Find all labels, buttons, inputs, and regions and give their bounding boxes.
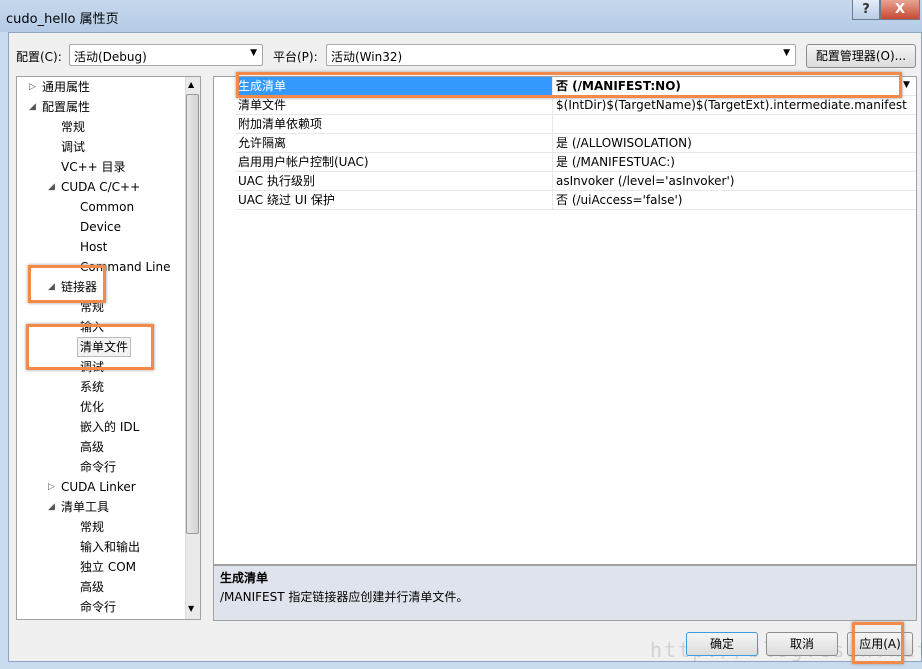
scroll-down-icon[interactable]: ▼ [188,604,194,613]
tree-item[interactable]: 优化 [80,397,104,417]
platform-select[interactable]: 活动(Win32) ▼ [326,44,796,66]
description-panel: 生成清单 /MANIFEST 指定链接器应创建并行清单文件。 [213,565,917,621]
expand-arrow-icon[interactable]: ▷ [48,482,55,492]
help-button[interactable]: ? [852,0,880,20]
description-text: /MANIFEST 指定链接器应创建并行清单文件。 [220,590,469,604]
highlight-box-property [236,72,902,98]
property-name: 清单文件 [238,96,553,114]
property-row[interactable]: 清单文件 $(IntDir)$(TargetName)$(TargetExt).i… [236,96,916,115]
property-name: UAC 执行级别 [238,172,553,190]
property-row[interactable]: 附加清单依赖项 [236,115,916,134]
collapse-arrow-icon[interactable]: ◢ [48,502,55,512]
property-row[interactable]: UAC 绕过 UI 保护否 (/uiAccess='false') [236,191,916,210]
tree-item[interactable]: 清单工具 [61,497,109,517]
expand-arrow-icon[interactable]: ▷ [29,82,36,92]
chevron-down-icon: ▼ [250,48,257,58]
tree-item[interactable]: 调试 [61,137,85,157]
highlight-box-manifest [26,324,154,370]
tree-item[interactable]: 通用属性 [42,77,90,97]
property-row[interactable]: 允许隔离是 (/ALLOWISOLATION) [236,134,916,153]
ok-button[interactable]: 确定 [686,632,758,656]
scroll-up-icon[interactable]: ▲ [188,80,194,89]
collapse-arrow-icon[interactable]: ◢ [29,102,36,112]
tree-item[interactable]: Host [80,237,107,257]
tree-item[interactable]: 高级 [80,437,104,457]
tree-item[interactable]: 命令行 [80,457,116,477]
property-value[interactable]: asInvoker (/level='asInvoker') [556,172,734,190]
tree-item[interactable]: 输入和输出 [80,537,140,557]
property-row[interactable]: 启用用户帐户控制(UAC) 是 (/MANIFESTUAC:) [236,153,916,172]
property-name: 启用用户帐户控制(UAC) [238,153,553,171]
tree-item[interactable]: CUDA C/C++ [61,177,140,197]
property-name: 附加清单依赖项 [238,115,553,133]
config-value: 活动(Debug) [74,50,147,64]
tree-item[interactable]: 独立 COM [80,557,136,577]
scrollbar-thumb[interactable] [186,94,199,534]
tree-item[interactable]: 系统 [80,377,104,397]
tree-item[interactable]: Common [80,197,134,217]
platform-label: 平台(P): [273,50,318,64]
tree-item[interactable]: 常规 [80,517,104,537]
property-row[interactable]: UAC 执行级别 asInvoker (/level='asInvoker') [236,172,916,191]
property-value[interactable]: 是 (/MANIFESTUAC:) [556,153,675,171]
tree-item[interactable]: 嵌入的 IDL [80,417,139,437]
property-value[interactable]: $(IntDir)$(TargetName)$(TargetExt).inter… [556,96,907,114]
title-bar [0,0,922,32]
dropdown-arrow-icon[interactable]: ▼ [903,80,910,90]
tree-item[interactable]: CUDA Linker [61,477,136,497]
highlight-box-linker [28,265,106,303]
window-title: cudo_hello 属性页 [6,12,119,27]
collapse-arrow-icon[interactable]: ◢ [48,182,55,192]
cancel-button[interactable]: 取消 [766,632,838,656]
tree-item[interactable]: VC++ 目录 [61,157,126,177]
property-name: 允许隔离 [238,134,553,152]
tree-item[interactable]: 配置属性 [42,97,90,117]
tree-item[interactable]: 命令行 [80,597,116,617]
highlight-box-apply [852,622,904,664]
tree-item[interactable]: 常规 [61,117,85,137]
chevron-down-icon: ▼ [783,48,790,58]
tree-item[interactable]: 高级 [80,577,104,597]
close-button[interactable]: X [880,0,920,20]
property-value[interactable]: 否 (/uiAccess='false') [556,191,682,209]
config-select[interactable]: 活动(Debug) ▼ [69,44,263,66]
property-value[interactable]: 是 (/ALLOWISOLATION) [556,134,692,152]
property-name: UAC 绕过 UI 保护 [238,191,553,209]
description-title: 生成清单 [220,571,269,585]
config-label: 配置(C): [16,50,62,64]
platform-value: 活动(Win32) [331,50,403,64]
config-manager-button[interactable]: 配置管理器(O)... [806,44,916,68]
tree-item[interactable]: Device [80,217,121,237]
